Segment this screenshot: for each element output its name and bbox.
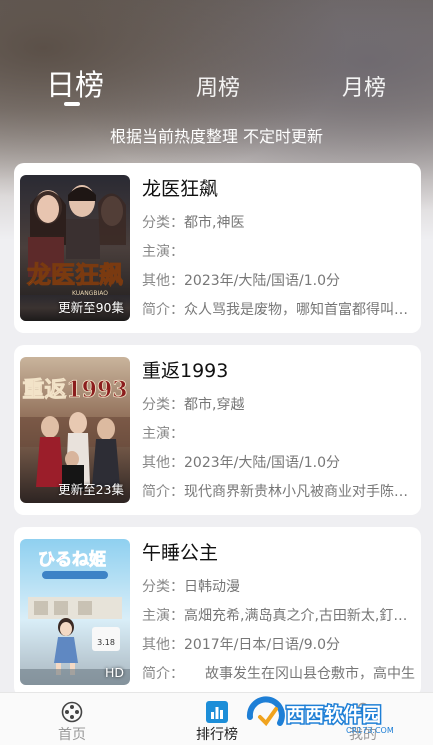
poster-image[interactable]: ひるね姫 3.18 HD [20,539,130,685]
category-row: 分类：都市,穿越 [142,391,417,420]
other-label: 其他： [142,637,184,653]
item-title[interactable]: 龙医狂飙 [142,175,417,209]
category-value: 都市,神医 [184,215,245,231]
other-value: 2023年/大陆/国语/1.0分 [184,273,341,289]
watermark-url: CR173.COM [346,726,394,735]
intro-value: 故事发生在冈山县仓敷市，高中生 [177,666,415,682]
watermark-text: 西西软件园 [286,703,381,726]
list-item[interactable]: 重返1993 更新至23集 重返1993 分类：都市,穿越 主演： 其他：202… [14,345,421,515]
poster-title-art: 龙医狂飙 [27,260,123,289]
watermark-logo: 西西软件园 CR173.COM [246,696,394,735]
category-value: 日韩动漫 [184,579,240,595]
cast-label: 主演： [142,244,184,260]
episode-badge: 更新至90集 [58,300,124,315]
poster-title-art: ひるね姫 [38,549,106,570]
category-row: 分类：都市,神医 [142,209,417,238]
intro-row: 简介： 故事发生在冈山县仓敷市，高中生 [142,660,417,689]
item-info: 重返1993 分类：都市,穿越 主演： 其他：2023年/大陆/国语/1.0分 … [142,357,417,507]
category-label: 分类： [142,397,184,413]
list-item[interactable]: 龙医狂飙 KUANGBIAO 更新至90集 龙医狂飙 分类：都市,神医 主演： … [14,163,421,333]
episode-badge: 更新至23集 [58,482,124,497]
category-value: 都市,穿越 [184,397,245,413]
film-reel-icon [61,701,83,723]
item-info: 龙医狂飙 分类：都市,神医 主演： 其他：2023年/大陆/国语/1.0分 简介… [142,175,417,325]
other-label: 其他： [142,273,184,289]
intro-label: 简介： [142,484,184,500]
other-value: 2017年/日本/日语/9.0分 [184,637,341,653]
other-value: 2023年/大陆/国语/1.0分 [184,455,341,471]
other-label: 其他： [142,455,184,471]
tab-weekly[interactable]: 周榜 [196,70,240,102]
poster-image[interactable]: 重返1993 更新至23集 [20,357,130,503]
cast-label: 主演： [142,608,184,624]
cast-row: 主演： [142,238,417,267]
nav-home-label: 首页 [58,727,86,743]
cast-label: 主演： [142,426,184,442]
list-item[interactable]: ひるね姫 3.18 HD 午睡公主 分类：日韩动漫 主演：高畑充希,满岛真之介,… [14,527,421,697]
item-title[interactable]: 午睡公主 [142,539,417,573]
ranking-subtitle: 根据当前热度整理 不定时更新 [109,127,324,146]
other-row: 其他：2017年/日本/日语/9.0分 [142,631,417,660]
category-label: 分类： [142,579,184,595]
cast-row: 主演： [142,420,417,449]
poster-title-art: 重返1993 [22,377,127,403]
tab-monthly[interactable]: 月榜 [342,70,386,102]
hd-badge: HD [104,665,124,680]
intro-row: 简介：现代商界新贵林小凡被商业对手陈一鸣 [142,478,417,507]
tab-indicator [64,102,80,106]
other-row: 其他：2023年/大陆/国语/1.0分 [142,449,417,478]
intro-value: 现代商界新贵林小凡被商业对手陈一鸣 [184,484,417,500]
intro-value: 众人骂我是废物，哪知首富都得叫我一声 [184,302,417,318]
item-info: 午睡公主 分类：日韩动漫 主演：高畑充希,满岛真之介,古田新太,釘宫理惠 其他：… [142,539,417,689]
cast-row: 主演：高畑充希,满岛真之介,古田新太,釘宫理惠 [142,602,417,631]
cast-value: 高畑充希,满岛真之介,古田新太,釘宫理惠 [184,608,417,624]
poster-date-art: 3.18 [97,638,115,647]
intro-row: 简介：众人骂我是废物，哪知首富都得叫我一声 [142,296,417,325]
category-label: 分类： [142,215,184,231]
nav-home[interactable]: 首页 [17,693,127,745]
intro-label: 简介： [142,302,184,318]
category-row: 分类：日韩动漫 [142,573,417,602]
poster-image[interactable]: 龙医狂飙 KUANGBIAO 更新至90集 [20,175,130,321]
other-row: 其他：2023年/大陆/国语/1.0分 [142,267,417,296]
item-title[interactable]: 重返1993 [142,357,417,391]
tab-daily[interactable]: 日榜 [46,62,104,104]
bar-chart-icon [206,701,228,723]
intro-label: 简介： [142,666,177,682]
